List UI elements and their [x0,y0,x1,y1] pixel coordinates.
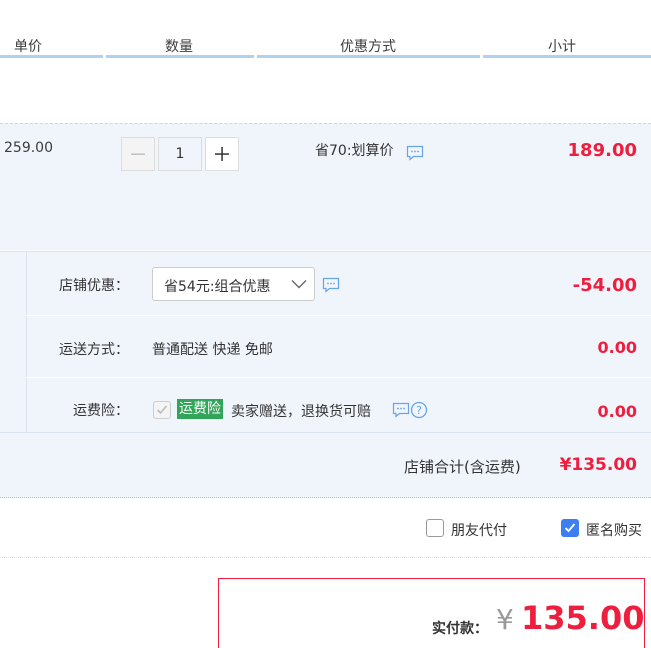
svg-text:?: ? [416,404,422,417]
friend-pay-checkbox[interactable] [426,519,444,537]
header-divider [0,55,103,58]
row-divider [26,377,651,379]
anonymous-checkbox[interactable] [561,519,579,537]
quantity-input[interactable]: 1 [158,137,202,171]
shipping-value: 普通配送 快递 免邮 [152,342,273,358]
shop-section-gutter [0,251,27,432]
shipping-amount: 0.00 [597,338,637,357]
item-discount-text: 省70:划算价 [315,143,394,159]
chat-icon[interactable] [392,402,410,418]
anonymous-label[interactable]: 匿名购买 [586,520,642,540]
insurance-text: 卖家赠送，退换货可赔 [231,404,371,420]
header-divider [106,55,254,58]
quantity-increase-button[interactable] [205,137,239,171]
payment-summary-box: 实付款： ¥ 135.00 [218,578,645,648]
chat-icon[interactable] [322,277,340,293]
check-icon [564,523,576,533]
insurance-checkbox[interactable] [153,401,171,419]
insurance-label: 运费险： [73,403,129,419]
insurance-amount: 0.00 [597,402,637,421]
row-divider [26,315,651,317]
row-divider [0,432,651,434]
shop-total-label: 店铺合计(含运费) [404,458,521,476]
chat-icon[interactable] [406,145,424,161]
unit-price: 259.00 [4,140,53,156]
promo-select-value: 省54元:组合优惠 [164,279,271,295]
column-header-unit-price: 单价 [14,39,42,55]
column-header-discount: 优惠方式 [340,39,396,55]
promo-label: 店铺优惠： [59,278,129,294]
header-divider [483,55,651,58]
payment-amount: 135.00 [521,599,645,637]
column-header-quantity: 数量 [165,39,193,55]
check-icon [156,405,168,415]
promo-select[interactable]: 省54元:组合优惠 [152,267,315,301]
help-icon[interactable]: ? [410,401,428,419]
shop-total-value: ¥135.00 [559,455,637,475]
header-divider [257,55,480,58]
promo-amount: -54.00 [572,275,637,296]
shipping-label: 运送方式： [59,342,129,358]
row-divider [0,557,651,559]
payment-currency: ¥ [496,603,514,636]
chevron-down-icon [291,280,307,289]
minus-icon [131,153,145,155]
payment-label: 实付款： [432,621,488,637]
friend-pay-label[interactable]: 朋友代付 [451,520,507,540]
insurance-badge: 运费险 [177,399,223,419]
plus-icon [215,147,229,161]
item-subtotal: 189.00 [567,140,637,161]
quantity-decrease-button[interactable] [121,137,155,171]
column-header-subtotal: 小计 [548,39,576,55]
